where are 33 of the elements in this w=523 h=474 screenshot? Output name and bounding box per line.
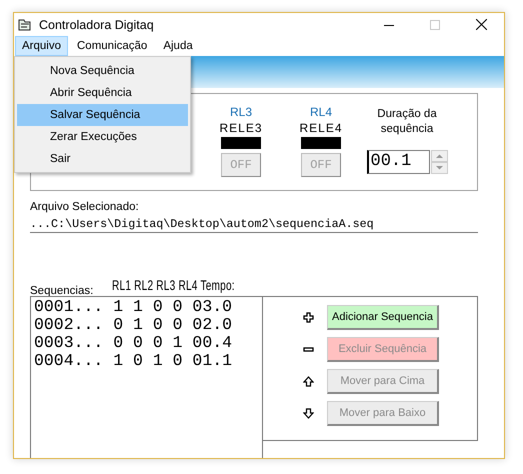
menu-item[interactable]: Abrir Sequência [17,82,188,104]
up-arrow-icon [303,376,314,386]
menu-bar-item[interactable]: Ajuda [156,36,200,56]
sequence-list[interactable]: 0001... 1 1 0 0 03.0 0002... 0 1 0 0 02.0 0003... 0 0 0 1 00.4 0004... 1 0 1 0 01.1 [30,296,263,458]
app-icon [18,18,31,30]
down-arrow-icon [303,408,314,418]
sequence-row[interactable]: 0003... 0 0 0 1 00.4 [34,334,259,352]
spin-up-button[interactable] [430,150,448,162]
duration-field[interactable]: 00.1 [366,150,430,174]
menu-item[interactable]: Salvar Sequência [17,104,188,126]
file-path: ...C:\Users\Digitaq\Desktop\autom2\sequenciaA.seq [30,217,478,233]
relay-name: RL4 [310,104,332,120]
window-title: Controladora Digitaq [39,18,155,32]
relay-label: RELE3 [219,120,263,136]
menu-bar-item[interactable]: Comunicação [70,36,154,56]
action-button[interactable]: Adicionar Sequencia [327,304,439,330]
sequences-label: Sequencias: [30,285,94,297]
sequence-column-header: RL1 RL2 RL3 RL4 Tempo: [112,277,236,293]
close-icon [476,19,486,30]
selected-file-label: Arquivo Selecionado: [30,200,140,214]
menu-item[interactable]: Sair [17,148,188,170]
maximize-icon [430,20,440,30]
sequence-row[interactable]: 0001... 1 1 0 0 03.0 [34,298,259,316]
duration-label: Duração da sequência [376,107,438,137]
menu-bar-item[interactable]: Arquivo [15,36,68,56]
plus-icon [303,312,314,322]
spin-down-button[interactable] [430,162,448,174]
menu-item[interactable]: Zerar Execuções [17,126,188,148]
menu-item[interactable]: Nova Sequência [17,60,188,82]
relay-label: RELE4 [299,120,343,136]
relay-name: RL3 [230,104,252,120]
sequence-row[interactable]: 0004... 1 0 1 0 01.1 [34,352,259,370]
sequence-row[interactable]: 0002... 0 1 0 0 02.0 [34,316,259,334]
